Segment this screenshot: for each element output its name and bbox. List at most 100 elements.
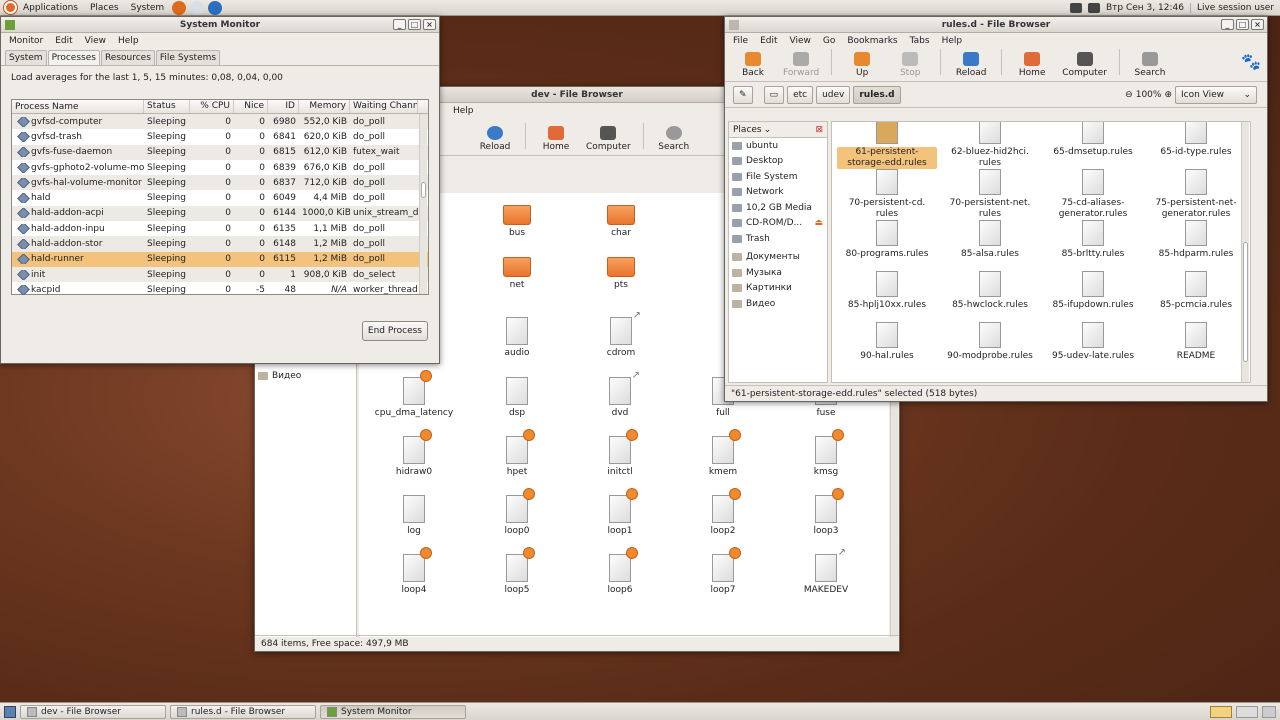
process-row[interactable]: gvfsd-trash Sleeping 0 0 6841 620,0 KiB do_pol… xyxy=(12,129,428,144)
place-item[interactable]: Network xyxy=(729,185,827,201)
rules-file-item[interactable]: 80-programs.rules xyxy=(837,220,937,260)
mail-icon[interactable] xyxy=(190,0,205,15)
rules-file-item[interactable]: 70-persistent-cd. rules xyxy=(837,169,937,220)
applications-menu[interactable]: Applications xyxy=(17,0,84,15)
rulesfb-search-button[interactable]: Search xyxy=(1128,52,1172,81)
rulesfb-menu-tabs[interactable]: Tabs xyxy=(910,36,930,46)
process-table[interactable]: Process Name Status % CPU Nice ID Memory… xyxy=(11,99,429,295)
process-row[interactable]: hald-runner Sleeping 0 0 6115 1,2 MiB do_poll xyxy=(12,251,428,267)
tab-processes[interactable]: Processes xyxy=(47,50,100,65)
taskbar-system-monitor[interactable]: System Monitor xyxy=(320,704,466,719)
dev-file-item[interactable]: kmsg xyxy=(786,429,866,477)
rules-file-item[interactable]: 70-persistent-net. rules xyxy=(940,169,1040,220)
rulesfb-menu-file[interactable]: File xyxy=(733,36,748,46)
rules-file-item[interactable]: 95-udev-late.rules xyxy=(1043,322,1143,362)
devfb-help-menu[interactable]: Help xyxy=(453,106,474,116)
rules-file-item[interactable]: 85-brltty.rules xyxy=(1043,220,1143,260)
tab-file-systems[interactable]: File Systems xyxy=(155,50,221,65)
col-status[interactable]: Status xyxy=(144,100,190,113)
ubuntu-logo-icon[interactable] xyxy=(4,1,17,14)
process-row[interactable]: hald Sleeping 0 0 6049 4,4 MiB do_poll xyxy=(12,190,428,205)
rules-file-item[interactable]: 90-hal.rules xyxy=(837,322,937,362)
dev-file-item[interactable]: loop0 xyxy=(477,488,557,536)
close-button[interactable]: × xyxy=(423,19,436,30)
dev-file-item[interactable]: dsp xyxy=(477,377,557,418)
process-row[interactable]: hald-addon-stor Sleeping 0 0 6148 1,2 MiB do_p… xyxy=(12,236,428,252)
close-button[interactable]: × xyxy=(1251,19,1264,30)
rulesfb-menu-view[interactable]: View xyxy=(790,36,811,46)
help-icon[interactable] xyxy=(208,0,223,15)
col-cpu[interactable]: % CPU xyxy=(190,100,234,113)
view-select[interactable]: Icon View ⌄ xyxy=(1175,85,1257,104)
process-row[interactable]: hald-addon-inpu Sleeping 0 0 6135 1,1 MiB do_p… xyxy=(12,221,428,236)
rules-file-item[interactable]: 85-hdparm.rules xyxy=(1146,220,1246,260)
rulesfb-menu-bookmarks[interactable]: Bookmarks xyxy=(847,36,897,46)
session-user[interactable]: Live session user xyxy=(1189,2,1274,13)
rules-file-item[interactable]: 85-hwclock.rules xyxy=(940,271,1040,311)
process-row[interactable]: gvfs-fuse-daemon Sleeping 0 0 6815 612,0 KiB f… xyxy=(12,144,428,160)
path-root-button[interactable]: ▭ xyxy=(763,85,785,104)
dev-file-item[interactable]: char xyxy=(581,205,661,238)
dev-file-item[interactable]: loop1 xyxy=(580,488,660,536)
rules-file-item[interactable]: 65-id-type.rules xyxy=(1146,122,1246,158)
dev-file-item[interactable]: ↗ cdrom xyxy=(581,310,661,358)
dev-file-item[interactable]: ↗ dvd xyxy=(580,370,660,418)
process-row[interactable]: gvfs-hal-volume-monitor Sleeping 0 0 6837 712… xyxy=(12,175,428,191)
place-item[interactable]: Видео xyxy=(729,296,827,312)
workspace-switcher[interactable] xyxy=(1210,705,1232,718)
dev-file-item[interactable]: loop4 xyxy=(374,547,454,595)
devfb-place-video[interactable]: Видео xyxy=(255,368,356,384)
rulesfb-stop-button[interactable]: Stop xyxy=(888,52,932,81)
menu-help[interactable]: Help xyxy=(118,36,139,46)
dev-file-item[interactable]: ↗ MAKEDEV xyxy=(786,547,866,595)
rules-file-item[interactable]: 75-persistent-net-generator.rules xyxy=(1146,169,1246,220)
clock[interactable]: Втр Сен 3, 12:46 xyxy=(1106,3,1184,13)
rulesfb-reload-button[interactable]: Reload xyxy=(949,52,993,81)
places-header[interactable]: Places ⌄ ⊠ xyxy=(729,122,827,138)
menu-monitor[interactable]: Monitor xyxy=(9,36,43,46)
path-udev[interactable]: udev xyxy=(816,85,851,104)
volume-icon[interactable] xyxy=(1088,2,1100,13)
dev-file-item[interactable]: log xyxy=(374,495,454,536)
place-item[interactable]: Музыка xyxy=(729,265,827,281)
dev-file-item[interactable]: kmem xyxy=(683,429,763,477)
tab-resources[interactable]: Resources xyxy=(100,50,155,65)
dev-file-item[interactable]: loop3 xyxy=(786,488,866,536)
process-row[interactable]: init Sleeping 0 0 1 908,0 KiB do_select xyxy=(12,266,428,283)
rules-file-item[interactable]: 85-pcmcia.rules xyxy=(1146,271,1246,311)
rulesfb-computer-button[interactable]: Computer xyxy=(1058,52,1111,81)
devfb-search-button[interactable]: Search xyxy=(652,126,696,155)
path-rules-d[interactable]: rules.d xyxy=(853,85,901,104)
minimize-button[interactable]: _ xyxy=(1221,19,1234,30)
close-sidebar-icon[interactable]: ⊠ xyxy=(815,125,823,135)
process-row[interactable]: gvfs-gphoto2-volume-mon Sleeping 0 0 6839 676… xyxy=(12,160,428,175)
place-item[interactable]: Trash xyxy=(729,231,827,247)
dev-file-item[interactable]: hpet xyxy=(477,429,557,477)
devfb-computer-button[interactable]: Computer xyxy=(582,126,635,155)
col-memory[interactable]: Memory xyxy=(299,100,350,113)
rulesfb-back-button[interactable]: Back xyxy=(731,52,775,81)
process-row[interactable]: hald-addon-acpi Sleeping 0 0 6144 1000,0 KiB u… xyxy=(12,205,428,222)
show-desktop-icon[interactable] xyxy=(4,705,16,718)
rulesfb-menu-help[interactable]: Help xyxy=(942,36,963,46)
process-scrollbar[interactable] xyxy=(419,114,427,294)
dev-file-item[interactable]: initctl xyxy=(580,429,660,477)
dev-file-item[interactable]: cpu_dma_latency xyxy=(374,370,454,418)
rules-file-item[interactable]: 61-persistent-storage-edd.rules xyxy=(837,122,937,169)
maximize-button[interactable]: □ xyxy=(1236,19,1249,30)
rules-file-item[interactable]: 85-ifupdown.rules xyxy=(1043,271,1143,311)
place-item[interactable]: CD-ROM/D... ⏏ xyxy=(729,216,827,232)
menu-view[interactable]: View xyxy=(85,36,106,46)
place-item[interactable]: Картинки xyxy=(729,281,827,297)
dev-file-item[interactable]: audio xyxy=(477,317,557,358)
dev-file-item[interactable]: pts xyxy=(581,257,661,290)
dev-file-item[interactable]: loop6 xyxy=(580,547,660,595)
tab-system[interactable]: System xyxy=(5,50,47,65)
end-process-button[interactable]: End Process xyxy=(361,321,428,341)
taskbar-rules-file-browser[interactable]: rules.d - File Browser xyxy=(170,704,316,719)
rulesfb-up-button[interactable]: Up xyxy=(840,52,884,81)
rulesfb-forward-button[interactable]: Forward xyxy=(779,52,823,81)
zoom-out-icon[interactable]: ⊖ xyxy=(1125,90,1133,100)
zoom-in-icon[interactable]: ⊕ xyxy=(1164,90,1172,100)
place-item[interactable]: File System xyxy=(729,169,827,185)
